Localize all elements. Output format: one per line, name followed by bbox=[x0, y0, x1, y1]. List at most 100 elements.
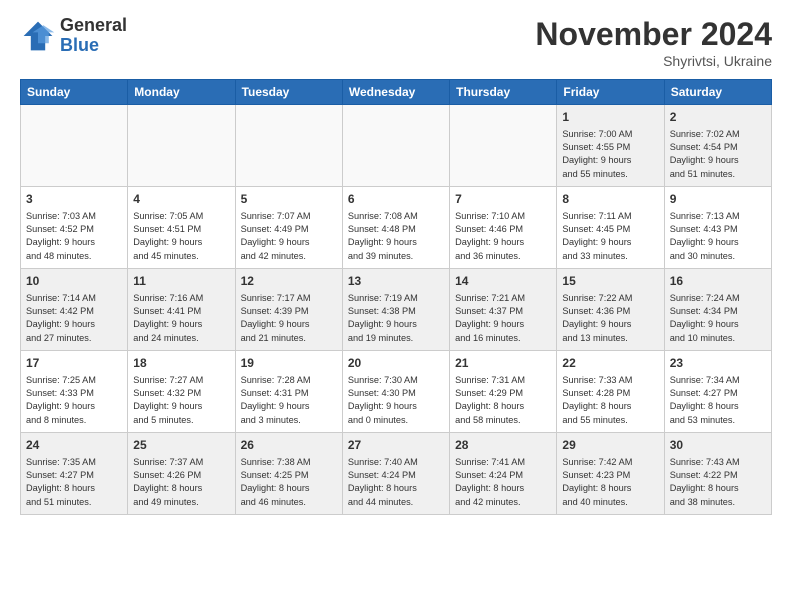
calendar-cell-4-2: 26 Sunrise: 7:38 AMSunset: 4:25 PMDayligh… bbox=[235, 433, 342, 515]
day-number: 18 bbox=[133, 355, 229, 372]
day-info: Sunrise: 7:42 AMSunset: 4:23 PMDaylight:… bbox=[562, 456, 658, 509]
day-info: Sunrise: 7:14 AMSunset: 4:42 PMDaylight:… bbox=[26, 292, 122, 345]
day-number: 24 bbox=[26, 437, 122, 454]
logo-text: General Blue bbox=[60, 16, 127, 56]
calendar-cell-1-1: 4 Sunrise: 7:05 AMSunset: 4:51 PMDaylight… bbox=[128, 187, 235, 269]
day-info: Sunrise: 7:03 AMSunset: 4:52 PMDaylight:… bbox=[26, 210, 122, 263]
calendar-cell-4-4: 28 Sunrise: 7:41 AMSunset: 4:24 PMDayligh… bbox=[450, 433, 557, 515]
day-number: 3 bbox=[26, 191, 122, 208]
day-number: 20 bbox=[348, 355, 444, 372]
day-info: Sunrise: 7:27 AMSunset: 4:32 PMDaylight:… bbox=[133, 374, 229, 427]
day-info: Sunrise: 7:34 AMSunset: 4:27 PMDaylight:… bbox=[670, 374, 766, 427]
day-info: Sunrise: 7:40 AMSunset: 4:24 PMDaylight:… bbox=[348, 456, 444, 509]
header-saturday: Saturday bbox=[664, 80, 771, 105]
calendar-cell-3-6: 23 Sunrise: 7:34 AMSunset: 4:27 PMDayligh… bbox=[664, 351, 771, 433]
title-block: November 2024 Shyrivtsi, Ukraine bbox=[535, 16, 772, 69]
calendar-cell-2-6: 16 Sunrise: 7:24 AMSunset: 4:34 PMDayligh… bbox=[664, 269, 771, 351]
header-row: SundayMondayTuesdayWednesdayThursdayFrid… bbox=[21, 80, 772, 105]
day-number: 22 bbox=[562, 355, 658, 372]
calendar-cell-3-0: 17Sunrise: 7:25 AMSunset: 4:33 PMDayligh… bbox=[21, 351, 128, 433]
day-info: Sunrise: 7:00 AMSunset: 4:55 PMDaylight:… bbox=[562, 128, 658, 181]
day-info: Sunrise: 7:24 AMSunset: 4:34 PMDaylight:… bbox=[670, 292, 766, 345]
day-info: Sunrise: 7:19 AMSunset: 4:38 PMDaylight:… bbox=[348, 292, 444, 345]
calendar-cell-0-6: 2 Sunrise: 7:02 AMSunset: 4:54 PMDaylight… bbox=[664, 105, 771, 187]
calendar-cell-3-3: 20Sunrise: 7:30 AMSunset: 4:30 PMDayligh… bbox=[342, 351, 449, 433]
calendar-cell-3-5: 22 Sunrise: 7:33 AMSunset: 4:28 PMDayligh… bbox=[557, 351, 664, 433]
header-friday: Friday bbox=[557, 80, 664, 105]
week-row-4: 17Sunrise: 7:25 AMSunset: 4:33 PMDayligh… bbox=[21, 351, 772, 433]
day-info: Sunrise: 7:28 AMSunset: 4:31 PMDaylight:… bbox=[241, 374, 337, 427]
day-info: Sunrise: 7:10 AMSunset: 4:46 PMDaylight:… bbox=[455, 210, 551, 263]
calendar-cell-1-3: 6 Sunrise: 7:08 AMSunset: 4:48 PMDaylight… bbox=[342, 187, 449, 269]
day-info: Sunrise: 7:02 AMSunset: 4:54 PMDaylight:… bbox=[670, 128, 766, 181]
day-number: 9 bbox=[670, 191, 766, 208]
calendar-cell-1-2: 5Sunrise: 7:07 AMSunset: 4:49 PMDaylight… bbox=[235, 187, 342, 269]
day-number: 6 bbox=[348, 191, 444, 208]
day-info: Sunrise: 7:25 AMSunset: 4:33 PMDaylight:… bbox=[26, 374, 122, 427]
day-number: 14 bbox=[455, 273, 551, 290]
day-number: 13 bbox=[348, 273, 444, 290]
day-number: 28 bbox=[455, 437, 551, 454]
day-number: 11 bbox=[133, 273, 229, 290]
calendar-cell-3-1: 18 Sunrise: 7:27 AMSunset: 4:32 PMDayligh… bbox=[128, 351, 235, 433]
calendar-cell-0-0 bbox=[21, 105, 128, 187]
day-info: Sunrise: 7:13 AMSunset: 4:43 PMDaylight:… bbox=[670, 210, 766, 263]
week-row-3: 10Sunrise: 7:14 AMSunset: 4:42 PMDayligh… bbox=[21, 269, 772, 351]
calendar-cell-2-3: 13 Sunrise: 7:19 AMSunset: 4:38 PMDayligh… bbox=[342, 269, 449, 351]
calendar-cell-4-1: 25Sunrise: 7:37 AMSunset: 4:26 PMDayligh… bbox=[128, 433, 235, 515]
day-info: Sunrise: 7:31 AMSunset: 4:29 PMDaylight:… bbox=[455, 374, 551, 427]
calendar-cell-2-4: 14Sunrise: 7:21 AMSunset: 4:37 PMDayligh… bbox=[450, 269, 557, 351]
calendar-cell-4-6: 30 Sunrise: 7:43 AMSunset: 4:22 PMDayligh… bbox=[664, 433, 771, 515]
day-info: Sunrise: 7:35 AMSunset: 4:27 PMDaylight:… bbox=[26, 456, 122, 509]
header-tuesday: Tuesday bbox=[235, 80, 342, 105]
month-title: November 2024 bbox=[535, 16, 772, 53]
logo: General Blue bbox=[20, 16, 127, 56]
day-number: 26 bbox=[241, 437, 337, 454]
day-info: Sunrise: 7:07 AMSunset: 4:49 PMDaylight:… bbox=[241, 210, 337, 263]
day-info: Sunrise: 7:22 AMSunset: 4:36 PMDaylight:… bbox=[562, 292, 658, 345]
day-number: 7 bbox=[455, 191, 551, 208]
day-info: Sunrise: 7:33 AMSunset: 4:28 PMDaylight:… bbox=[562, 374, 658, 427]
day-number: 19 bbox=[241, 355, 337, 372]
calendar-cell-2-0: 10Sunrise: 7:14 AMSunset: 4:42 PMDayligh… bbox=[21, 269, 128, 351]
day-number: 23 bbox=[670, 355, 766, 372]
calendar-cell-1-5: 8Sunrise: 7:11 AMSunset: 4:45 PMDaylight… bbox=[557, 187, 664, 269]
calendar-cell-2-2: 12Sunrise: 7:17 AMSunset: 4:39 PMDayligh… bbox=[235, 269, 342, 351]
logo-icon bbox=[20, 18, 56, 54]
day-info: Sunrise: 7:16 AMSunset: 4:41 PMDaylight:… bbox=[133, 292, 229, 345]
day-info: Sunrise: 7:41 AMSunset: 4:24 PMDaylight:… bbox=[455, 456, 551, 509]
logo-general-label: General bbox=[60, 16, 127, 36]
day-info: Sunrise: 7:17 AMSunset: 4:39 PMDaylight:… bbox=[241, 292, 337, 345]
day-number: 15 bbox=[562, 273, 658, 290]
calendar-cell-2-1: 11 Sunrise: 7:16 AMSunset: 4:41 PMDayligh… bbox=[128, 269, 235, 351]
day-number: 1 bbox=[562, 109, 658, 126]
location-label: Shyrivtsi, Ukraine bbox=[535, 53, 772, 69]
day-info: Sunrise: 7:05 AMSunset: 4:51 PMDaylight:… bbox=[133, 210, 229, 263]
day-number: 8 bbox=[562, 191, 658, 208]
calendar-cell-3-4: 21 Sunrise: 7:31 AMSunset: 4:29 PMDayligh… bbox=[450, 351, 557, 433]
day-number: 21 bbox=[455, 355, 551, 372]
header-thursday: Thursday bbox=[450, 80, 557, 105]
calendar-cell-0-3 bbox=[342, 105, 449, 187]
calendar-body: 1 Sunrise: 7:00 AMSunset: 4:55 PMDaylight… bbox=[21, 105, 772, 515]
week-row-2: 3 Sunrise: 7:03 AMSunset: 4:52 PMDaylight… bbox=[21, 187, 772, 269]
calendar-cell-0-1 bbox=[128, 105, 235, 187]
logo-blue-label: Blue bbox=[60, 36, 127, 56]
day-number: 30 bbox=[670, 437, 766, 454]
day-info: Sunrise: 7:08 AMSunset: 4:48 PMDaylight:… bbox=[348, 210, 444, 263]
calendar-table: SundayMondayTuesdayWednesdayThursdayFrid… bbox=[20, 79, 772, 515]
day-number: 4 bbox=[133, 191, 229, 208]
day-info: Sunrise: 7:43 AMSunset: 4:22 PMDaylight:… bbox=[670, 456, 766, 509]
calendar-cell-0-4 bbox=[450, 105, 557, 187]
week-row-5: 24 Sunrise: 7:35 AMSunset: 4:27 PMDayligh… bbox=[21, 433, 772, 515]
day-number: 2 bbox=[670, 109, 766, 126]
day-number: 27 bbox=[348, 437, 444, 454]
calendar-cell-2-5: 15 Sunrise: 7:22 AMSunset: 4:36 PMDayligh… bbox=[557, 269, 664, 351]
header-sunday: Sunday bbox=[21, 80, 128, 105]
day-number: 16 bbox=[670, 273, 766, 290]
calendar-header: SundayMondayTuesdayWednesdayThursdayFrid… bbox=[21, 80, 772, 105]
calendar-cell-3-2: 19 Sunrise: 7:28 AMSunset: 4:31 PMDayligh… bbox=[235, 351, 342, 433]
day-info: Sunrise: 7:38 AMSunset: 4:25 PMDaylight:… bbox=[241, 456, 337, 509]
calendar-cell-1-4: 7 Sunrise: 7:10 AMSunset: 4:46 PMDaylight… bbox=[450, 187, 557, 269]
header: General Blue November 2024 Shyrivtsi, Uk… bbox=[20, 16, 772, 69]
